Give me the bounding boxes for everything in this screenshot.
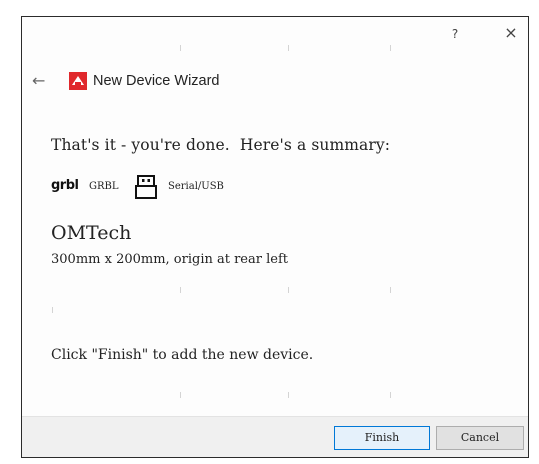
help-button[interactable]: ? bbox=[446, 24, 464, 44]
grid-speck bbox=[180, 392, 181, 398]
grbl-logo: grbl bbox=[51, 178, 79, 193]
device-description: 300mm x 200mm, origin at rear left bbox=[51, 252, 288, 267]
new-device-wizard-dialog: ? × ← New Device Wizard That's it - you'… bbox=[21, 16, 529, 458]
back-arrow-icon[interactable]: ← bbox=[32, 71, 54, 91]
grid-speck bbox=[288, 45, 289, 51]
grid-speck bbox=[390, 287, 391, 293]
finish-button[interactable]: Finish bbox=[334, 426, 430, 450]
grid-speck bbox=[390, 392, 391, 398]
grid-speck bbox=[180, 45, 181, 51]
dialog-footer: Finish Cancel bbox=[22, 416, 528, 457]
wizard-logo-icon bbox=[69, 72, 87, 90]
close-button[interactable]: × bbox=[500, 21, 522, 45]
grid-speck bbox=[288, 392, 289, 398]
cancel-button[interactable]: Cancel bbox=[436, 426, 524, 450]
controller-name: GRBL bbox=[89, 181, 119, 192]
wizard-header: ← New Device Wizard bbox=[32, 69, 518, 95]
usb-icon bbox=[135, 175, 157, 199]
device-name: OMTech bbox=[51, 222, 132, 244]
grid-speck bbox=[52, 307, 53, 313]
finish-instruction: Click "Finish" to add the new device. bbox=[51, 347, 314, 363]
connection-type: Serial/USB bbox=[168, 181, 224, 192]
summary-heading: That's it - you're done. Here's a summar… bbox=[51, 136, 391, 154]
title-bar: ? × bbox=[22, 17, 528, 51]
grid-speck bbox=[180, 287, 181, 293]
grid-speck bbox=[390, 45, 391, 51]
grid-speck bbox=[288, 287, 289, 293]
wizard-title: New Device Wizard bbox=[93, 73, 220, 89]
controller-row: grbl GRBL Serial/USB bbox=[51, 175, 351, 202]
